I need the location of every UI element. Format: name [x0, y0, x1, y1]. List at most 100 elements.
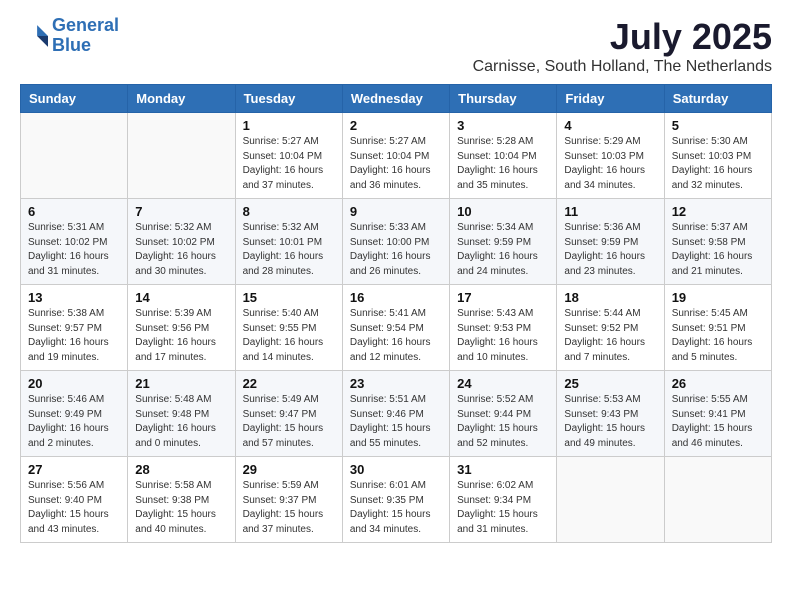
calendar-cell: 7Sunrise: 5:32 AM Sunset: 10:02 PM Dayli… [128, 199, 235, 285]
day-info: Sunrise: 5:53 AM Sunset: 9:43 PM Dayligh… [564, 393, 656, 451]
logo-icon [20, 22, 48, 50]
calendar-cell: 12 Sunrise: 5:37 AM Sunset: 9:58 PM Dayli… [664, 199, 771, 285]
day-number: 5 [672, 118, 764, 133]
calendar-cell: 31 Sunrise: 6:02 AM Sunset: 9:34 PM Dayli… [450, 457, 557, 543]
calendar-cell: 19 Sunrise: 5:45 AM Sunset: 9:51 PM Dayli… [664, 285, 771, 371]
day-info: Sunrise: 5:36 AM Sunset: 9:59 PM Dayligh… [564, 221, 656, 279]
calendar-cell: 5 Sunrise: 5:30 AM Sunset: 10:03 PM Dayli… [664, 113, 771, 199]
day-info: Sunrise: 6:02 AM Sunset: 9:34 PM Dayligh… [457, 479, 549, 537]
calendar-cell: 26Sunrise: 5:55 AM Sunset: 9:41 PM Dayli… [664, 371, 771, 457]
calendar-cell: 10Sunrise: 5:34 AM Sunset: 9:59 PM Dayli… [450, 199, 557, 285]
calendar-week-4: 20Sunrise: 5:46 AM Sunset: 9:49 PM Dayli… [21, 371, 772, 457]
calendar-cell: 14 Sunrise: 5:39 AM Sunset: 9:56 PM Dayli… [128, 285, 235, 371]
calendar-header-row: SundayMondayTuesdayWednesdayThursdayFrid… [21, 85, 772, 113]
calendar-cell: 27Sunrise: 5:56 AM Sunset: 9:40 PM Dayli… [21, 457, 128, 543]
calendar-header-monday: Monday [128, 85, 235, 113]
day-info: Sunrise: 5:44 AM Sunset: 9:52 PM Dayligh… [564, 307, 656, 365]
day-info: Sunrise: 5:39 AM Sunset: 9:56 PM Dayligh… [135, 307, 227, 365]
calendar-header-thursday: Thursday [450, 85, 557, 113]
day-number: 28 [135, 462, 227, 477]
day-info: Sunrise: 5:32 AM Sunset: 10:01 PM Daylig… [243, 221, 335, 279]
calendar-cell: 17 Sunrise: 5:43 AM Sunset: 9:53 PM Dayli… [450, 285, 557, 371]
day-info: Sunrise: 5:29 AM Sunset: 10:03 PM Daylig… [564, 135, 656, 193]
calendar-cell: 29 Sunrise: 5:59 AM Sunset: 9:37 PM Dayli… [235, 457, 342, 543]
day-number: 19 [672, 290, 764, 305]
day-info: Sunrise: 5:40 AM Sunset: 9:55 PM Dayligh… [243, 307, 335, 365]
calendar-header-tuesday: Tuesday [235, 85, 342, 113]
day-number: 31 [457, 462, 549, 477]
month-title: July 2025 [473, 16, 772, 58]
day-number: 9 [350, 204, 442, 219]
day-number: 13 [28, 290, 120, 305]
calendar-cell: 3Sunrise: 5:28 AM Sunset: 10:04 PM Dayli… [450, 113, 557, 199]
calendar-cell: 23 Sunrise: 5:51 AM Sunset: 9:46 PM Dayli… [342, 371, 449, 457]
day-number: 1 [243, 118, 335, 133]
calendar-cell [557, 457, 664, 543]
day-number: 29 [243, 462, 335, 477]
day-number: 21 [135, 376, 227, 391]
calendar-cell: 16Sunrise: 5:41 AM Sunset: 9:54 PM Dayli… [342, 285, 449, 371]
calendar-cell: 18 Sunrise: 5:44 AM Sunset: 9:52 PM Dayli… [557, 285, 664, 371]
day-number: 12 [672, 204, 764, 219]
logo-line1: General [52, 15, 119, 35]
calendar-cell: 24 Sunrise: 5:52 AM Sunset: 9:44 PM Dayli… [450, 371, 557, 457]
calendar-cell: 1 Sunrise: 5:27 AM Sunset: 10:04 PM Dayli… [235, 113, 342, 199]
location-title: Carnisse, South Holland, The Netherlands [473, 58, 772, 76]
calendar-week-3: 13 Sunrise: 5:38 AM Sunset: 9:57 PM Dayli… [21, 285, 772, 371]
calendar-cell [21, 113, 128, 199]
calendar-header-sunday: Sunday [21, 85, 128, 113]
calendar-cell: 30Sunrise: 6:01 AM Sunset: 9:35 PM Dayli… [342, 457, 449, 543]
logo-text: General Blue [52, 16, 119, 56]
calendar-cell [128, 113, 235, 199]
day-number: 18 [564, 290, 656, 305]
day-number: 23 [350, 376, 442, 391]
day-info: Sunrise: 5:41 AM Sunset: 9:54 PM Dayligh… [350, 307, 442, 365]
day-number: 14 [135, 290, 227, 305]
day-number: 30 [350, 462, 442, 477]
day-number: 22 [243, 376, 335, 391]
day-info: Sunrise: 5:37 AM Sunset: 9:58 PM Dayligh… [672, 221, 764, 279]
calendar-week-2: 6 Sunrise: 5:31 AM Sunset: 10:02 PM Dayli… [21, 199, 772, 285]
day-number: 17 [457, 290, 549, 305]
day-number: 11 [564, 204, 656, 219]
day-info: Sunrise: 5:59 AM Sunset: 9:37 PM Dayligh… [243, 479, 335, 537]
calendar-cell: 28 Sunrise: 5:58 AM Sunset: 9:38 PM Dayli… [128, 457, 235, 543]
day-info: Sunrise: 5:33 AM Sunset: 10:00 PM Daylig… [350, 221, 442, 279]
day-number: 25 [564, 376, 656, 391]
day-info: Sunrise: 5:34 AM Sunset: 9:59 PM Dayligh… [457, 221, 549, 279]
day-info: Sunrise: 5:38 AM Sunset: 9:57 PM Dayligh… [28, 307, 120, 365]
day-info: Sunrise: 5:27 AM Sunset: 10:04 PM Daylig… [243, 135, 335, 193]
title-area: July 2025 Carnisse, South Holland, The N… [473, 16, 772, 76]
day-info: Sunrise: 5:30 AM Sunset: 10:03 PM Daylig… [672, 135, 764, 193]
calendar-cell: 2 Sunrise: 5:27 AM Sunset: 10:04 PM Dayli… [342, 113, 449, 199]
day-info: Sunrise: 5:43 AM Sunset: 9:53 PM Dayligh… [457, 307, 549, 365]
day-number: 26 [672, 376, 764, 391]
day-number: 6 [28, 204, 120, 219]
day-info: Sunrise: 5:45 AM Sunset: 9:51 PM Dayligh… [672, 307, 764, 365]
day-number: 2 [350, 118, 442, 133]
calendar-cell: 22Sunrise: 5:49 AM Sunset: 9:47 PM Dayli… [235, 371, 342, 457]
day-info: Sunrise: 5:52 AM Sunset: 9:44 PM Dayligh… [457, 393, 549, 451]
day-number: 8 [243, 204, 335, 219]
day-number: 7 [135, 204, 227, 219]
logo-line2: Blue [52, 35, 91, 55]
calendar-week-1: 1 Sunrise: 5:27 AM Sunset: 10:04 PM Dayli… [21, 113, 772, 199]
calendar-cell: 9 Sunrise: 5:33 AM Sunset: 10:00 PM Dayli… [342, 199, 449, 285]
day-info: Sunrise: 5:46 AM Sunset: 9:49 PM Dayligh… [28, 393, 120, 451]
calendar-cell: 11 Sunrise: 5:36 AM Sunset: 9:59 PM Dayli… [557, 199, 664, 285]
logo: General Blue [20, 16, 119, 56]
day-number: 24 [457, 376, 549, 391]
day-info: Sunrise: 5:56 AM Sunset: 9:40 PM Dayligh… [28, 479, 120, 537]
page: General Blue July 2025 Carnisse, South H… [0, 0, 792, 563]
calendar-cell: 6 Sunrise: 5:31 AM Sunset: 10:02 PM Dayli… [21, 199, 128, 285]
day-info: Sunrise: 5:31 AM Sunset: 10:02 PM Daylig… [28, 221, 120, 279]
calendar-cell: 25 Sunrise: 5:53 AM Sunset: 9:43 PM Dayli… [557, 371, 664, 457]
calendar-cell: 13 Sunrise: 5:38 AM Sunset: 9:57 PM Dayli… [21, 285, 128, 371]
day-info: Sunrise: 5:58 AM Sunset: 9:38 PM Dayligh… [135, 479, 227, 537]
calendar-cell [664, 457, 771, 543]
day-info: Sunrise: 5:27 AM Sunset: 10:04 PM Daylig… [350, 135, 442, 193]
header: General Blue July 2025 Carnisse, South H… [20, 16, 772, 76]
day-number: 15 [243, 290, 335, 305]
day-number: 4 [564, 118, 656, 133]
day-info: Sunrise: 5:51 AM Sunset: 9:46 PM Dayligh… [350, 393, 442, 451]
